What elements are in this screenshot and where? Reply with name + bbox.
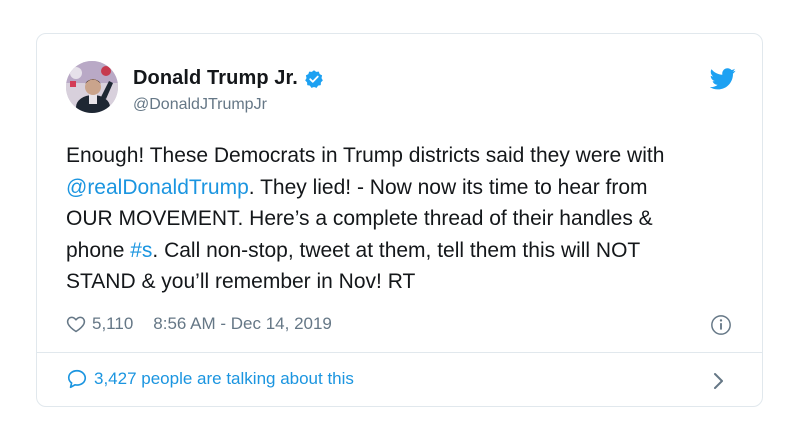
author-name[interactable]: Donald Trump Jr. — [133, 67, 298, 90]
tweet-line: STAND & you’ll remember in Nov! RT — [66, 266, 746, 298]
author-row: Donald Trump Jr. — [133, 67, 324, 90]
tweet-text-segment: . Call non-stop, tweet at them, tell the… — [152, 238, 641, 262]
verified-badge-icon — [305, 69, 323, 88]
divider — [37, 352, 762, 353]
hashtag-link[interactable]: #s — [130, 239, 152, 262]
tweet-line: OUR MOVEMENT. Here’s a complete thread o… — [66, 203, 746, 235]
talking-count[interactable]: 3,427 people are talking about this — [94, 369, 354, 389]
tweet-meta: 5,110 8:56 AM - Dec 14, 2019 — [66, 314, 332, 334]
tweet-line: @realDonaldTrump. They lied! - Now now i… — [66, 172, 746, 204]
twitter-bird-icon[interactable] — [710, 68, 736, 90]
tweet-text-segment: STAND & you’ll remember in Nov! RT — [66, 270, 416, 293]
info-icon[interactable] — [710, 314, 732, 336]
tweet-line: Enough! These Democrats in Trump distric… — [66, 140, 746, 172]
tweet-text-segment: phone — [66, 238, 131, 262]
speech-bubble-icon — [67, 369, 87, 389]
tweet-text-segment: . They lied! - Now now its time to hear … — [248, 175, 648, 199]
tweet-line: phone #s. Call non-stop, tweet at them, … — [66, 235, 746, 267]
heart-icon[interactable] — [66, 314, 86, 334]
mention-link[interactable]: @realDonaldTrump — [66, 176, 249, 199]
author-handle[interactable]: @DonaldJTrumpJr — [133, 96, 267, 114]
tweet-text: Enough! These Democrats in Trump distric… — [66, 140, 746, 298]
tweet-text-segment: Enough! These Democrats in Trump distric… — [66, 144, 665, 167]
tweet-text-segment: OUR MOVEMENT. Here’s a complete thread o… — [66, 207, 653, 230]
tweet-lines: Enough! These Democrats in Trump distric… — [66, 140, 746, 298]
like-count[interactable]: 5,110 — [92, 314, 133, 334]
conversation-link[interactable]: 3,427 people are talking about this — [66, 368, 354, 390]
avatar-image — [66, 61, 118, 113]
tweet-card: Donald Trump Jr. @DonaldJTrumpJr Enough!… — [36, 33, 763, 407]
chevron-right-icon[interactable] — [712, 370, 726, 392]
avatar[interactable] — [66, 61, 118, 113]
timestamp[interactable]: 8:56 AM - Dec 14, 2019 — [153, 314, 332, 334]
